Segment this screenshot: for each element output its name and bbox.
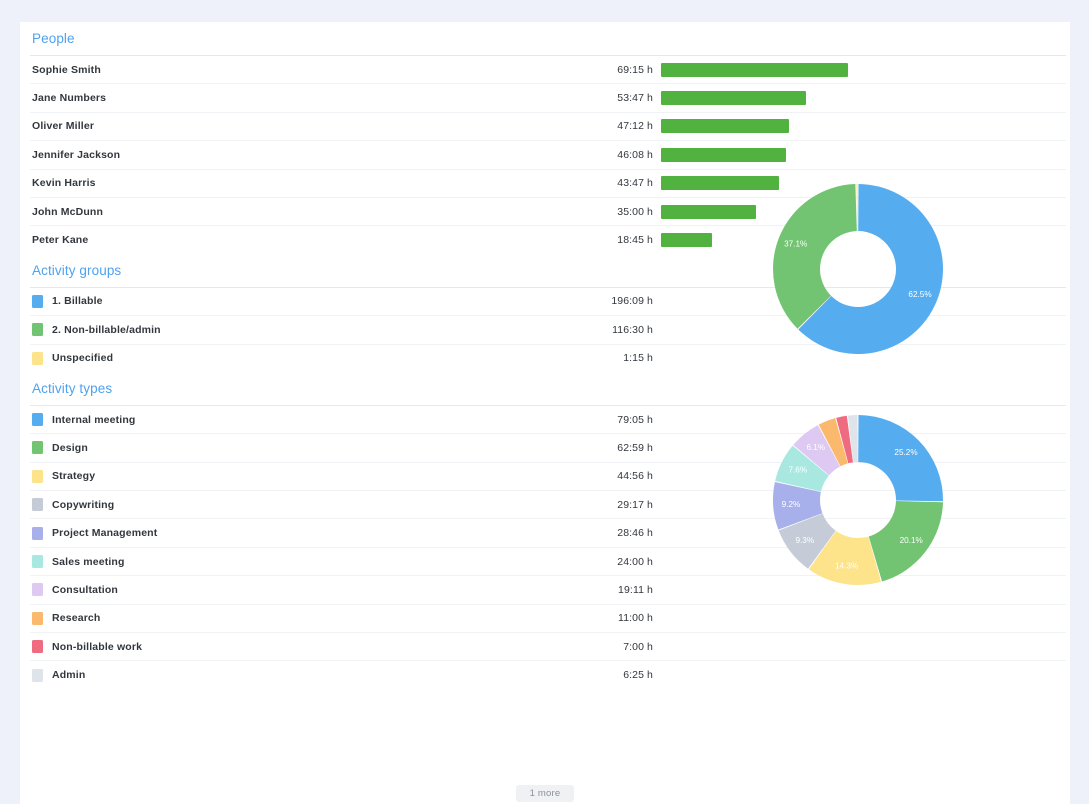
hours-bar	[661, 204, 756, 219]
report-card: People Sophie Smith 69:15 h Jane Numbers 53…	[20, 22, 1070, 804]
item-hours: 79:05 h	[617, 413, 653, 426]
item-hours: 1:15 h	[623, 352, 653, 365]
hours-bar	[661, 147, 786, 162]
hours-bar	[661, 119, 789, 134]
color-swatch-icon	[32, 294, 43, 308]
show-more-bar: 1 more	[20, 782, 1070, 804]
person-hours: 69:15 h	[617, 63, 653, 76]
item-label: Sales meeting	[52, 555, 125, 568]
bar-track	[661, 204, 756, 219]
item-hours: 19:11 h	[618, 583, 653, 596]
color-swatch-icon	[32, 668, 43, 682]
activity-types-section-title: Activity types	[32, 380, 113, 396]
person-name: Peter Kane	[32, 234, 89, 247]
item-label: Non-billable work	[52, 640, 143, 653]
item-hours: 196:09 h	[611, 295, 653, 308]
item-hours: 62:59 h	[617, 441, 653, 454]
bar-track	[661, 176, 780, 191]
person-hours: 46:08 h	[617, 148, 653, 161]
table-row[interactable]: Sophie Smith 69:15 h	[20, 56, 1070, 83]
person-hours: 47:12 h	[617, 120, 653, 133]
person-name: Oliver Miller	[32, 120, 95, 133]
color-swatch-icon	[32, 583, 43, 597]
people-section-title: People	[32, 31, 75, 46]
table-row[interactable]: Oliver Miller 47:12 h	[20, 113, 1070, 140]
item-hours: 29:17 h	[617, 498, 653, 511]
donut-slice-label: 6.1%	[806, 443, 825, 452]
person-name: Sophie Smith	[32, 63, 101, 76]
item-hours: 11:00 h	[618, 612, 653, 625]
item-label: Research	[52, 612, 101, 625]
bar-track	[661, 147, 786, 162]
donut-slice-label: 20.1%	[900, 536, 923, 545]
donut-slice-label: 37.1%	[784, 239, 807, 248]
donut-slice-label: 62.5%	[908, 290, 931, 299]
show-more-button[interactable]: 1 more	[515, 784, 575, 802]
donut-slice-label: 14.3%	[835, 561, 858, 570]
item-hours: 7:00 h	[623, 640, 653, 653]
person-hours: 35:00 h	[617, 205, 653, 218]
list-item[interactable]: Non-billable work 7:00 h	[20, 633, 1070, 660]
activity-groups-donut-chart: 62.5% 37.1%	[773, 183, 943, 354]
person-hours: 53:47 h	[617, 92, 653, 105]
item-label: Strategy	[52, 470, 96, 483]
item-hours: 6:25 h	[623, 669, 653, 682]
person-hours: 18:45 h	[617, 234, 653, 247]
table-row[interactable]: Jennifer Jackson 46:08 h	[20, 141, 1070, 168]
item-label: Copywriting	[52, 498, 115, 511]
color-swatch-icon	[32, 323, 43, 337]
color-swatch-icon	[32, 611, 43, 625]
color-swatch-icon	[32, 469, 43, 483]
item-label: 2. Non-billable/admin	[52, 323, 161, 336]
person-name: Jane Numbers	[32, 92, 107, 105]
item-label: Design	[52, 441, 88, 454]
item-label: 1. Billable	[52, 295, 103, 308]
person-hours: 43:47 h	[617, 177, 653, 190]
color-swatch-icon	[32, 441, 43, 455]
person-name: Kevin Harris	[32, 177, 96, 190]
bar-track	[661, 91, 807, 106]
person-name: John McDunn	[32, 205, 104, 218]
donut-slice-label: 9.3%	[795, 536, 814, 545]
color-swatch-icon	[32, 413, 43, 427]
item-label: Internal meeting	[52, 413, 136, 426]
hours-bar	[661, 62, 848, 77]
donut-slice[interactable]	[858, 414, 943, 502]
hours-bar	[661, 91, 807, 106]
bar-track	[661, 119, 789, 134]
item-label: Unspecified	[52, 352, 114, 365]
list-item[interactable]: Admin 6:25 h	[20, 661, 1070, 688]
color-swatch-icon	[32, 351, 43, 365]
item-hours: 116:30 h	[612, 323, 653, 336]
table-row[interactable]: Jane Numbers 53:47 h	[20, 84, 1070, 111]
color-swatch-icon	[32, 526, 43, 540]
color-swatch-icon	[32, 640, 43, 654]
item-label: Consultation	[52, 583, 118, 596]
item-hours: 24:00 h	[617, 555, 653, 568]
hours-bar	[661, 176, 780, 191]
hours-bar	[661, 233, 712, 248]
item-label: Admin	[52, 669, 86, 682]
color-swatch-icon	[32, 555, 43, 569]
donut-slice-label: 9.2%	[782, 500, 801, 509]
bar-track	[661, 233, 712, 248]
bar-track	[661, 62, 848, 77]
activity-groups-section: Activity groups 1. Billable 196:09 h 2. No…	[20, 183, 1070, 372]
donut-slice-label: 7.6%	[788, 465, 807, 474]
activity-types-section: Activity types Internal meeting 79:05 h De…	[20, 372, 1070, 689]
list-item[interactable]: Research 11:00 h	[20, 605, 1070, 632]
activity-types-donut-chart: 25.2% 20.1% 14.3% 9.3% 9.2% 7.6% 6.1%	[773, 414, 943, 585]
item-label: Project Management	[52, 527, 158, 540]
donut-slice-label: 25.2%	[894, 448, 917, 457]
person-name: Jennifer Jackson	[32, 148, 121, 161]
item-hours: 28:46 h	[617, 527, 653, 540]
item-hours: 44:56 h	[617, 470, 653, 483]
color-swatch-icon	[32, 498, 43, 512]
